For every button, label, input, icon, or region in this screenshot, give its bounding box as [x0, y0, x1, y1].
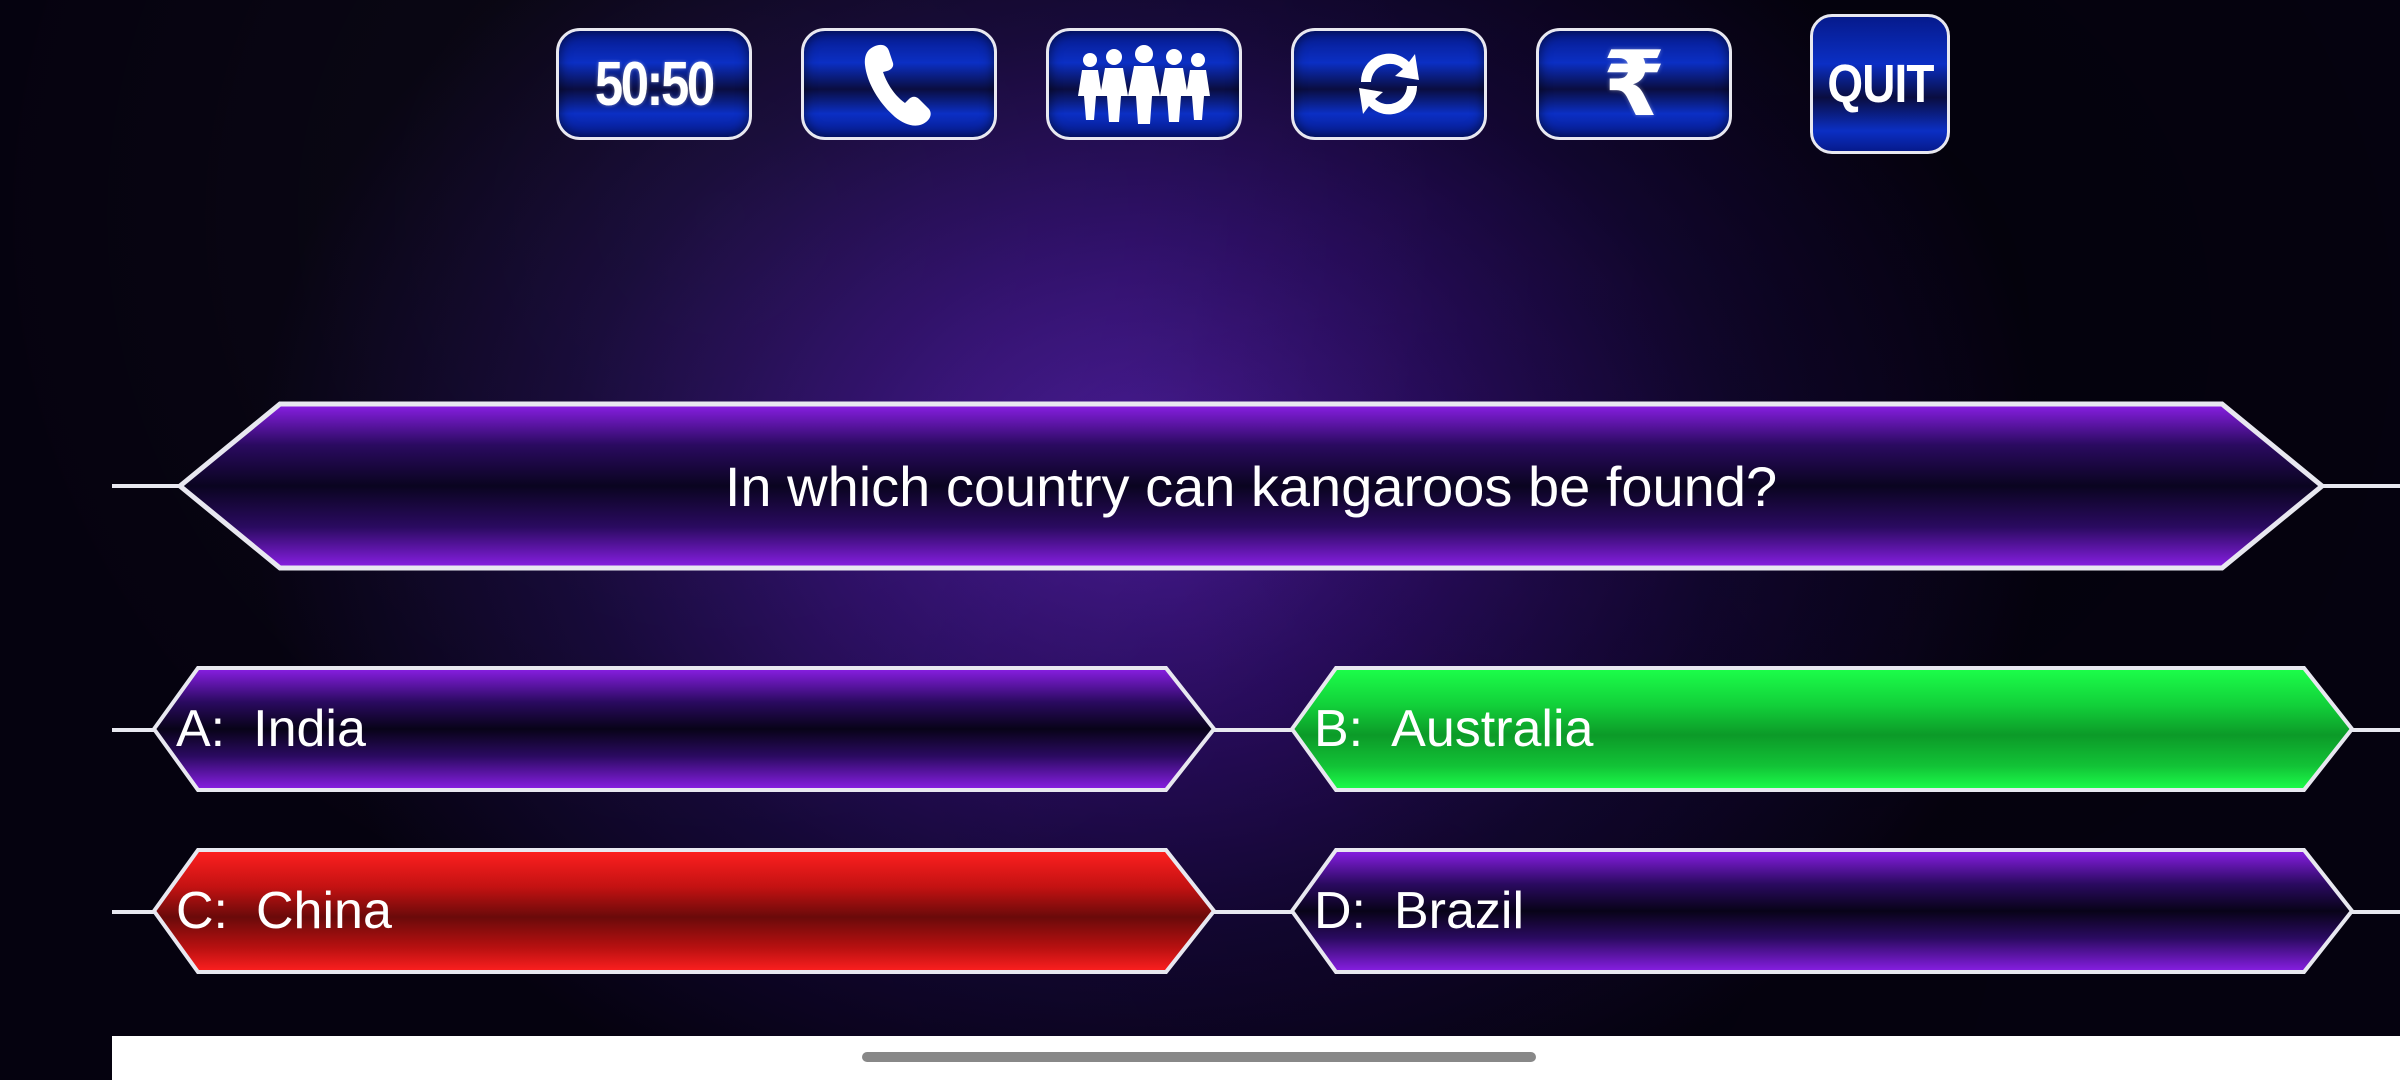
- question-connector-right: [2320, 484, 2400, 488]
- quit-button[interactable]: QUIT: [1810, 14, 1950, 154]
- answer-c-text: China: [256, 882, 392, 940]
- money-button[interactable]: ₹: [1536, 28, 1732, 140]
- answer-a-button[interactable]: A: India: [150, 664, 1220, 794]
- answer-c-button[interactable]: C: China: [150, 846, 1220, 976]
- question-connector-left: [112, 484, 182, 488]
- answer-b-label: B: Australia: [1314, 664, 1593, 794]
- answer-c-label: C: China: [176, 846, 392, 976]
- audience-icon: [1074, 44, 1214, 124]
- answer-b-text: Australia: [1391, 700, 1594, 758]
- answer-a-letter: A:: [176, 700, 226, 758]
- rupee-icon: ₹: [1602, 31, 1666, 137]
- fifty-fifty-button[interactable]: 50:50: [556, 28, 752, 140]
- answer-b-button[interactable]: B: Australia: [1288, 664, 2358, 794]
- home-indicator[interactable]: [862, 1052, 1536, 1062]
- answer-b-letter: B:: [1314, 700, 1364, 758]
- answer-ab-connector: [1208, 728, 1300, 732]
- answer-a-text: India: [253, 700, 366, 758]
- answer-a-label: A: India: [176, 664, 366, 794]
- phone-a-friend-button[interactable]: [801, 28, 997, 140]
- answer-d-label: D: Brazil: [1314, 846, 1524, 976]
- answer-d-button[interactable]: D: Brazil: [1288, 846, 2358, 976]
- answer-c-letter: C:: [176, 882, 228, 940]
- refresh-icon: [1349, 44, 1429, 124]
- quit-label: QUIT: [1826, 54, 1934, 114]
- fifty-fifty-label: 50:50: [595, 49, 715, 119]
- answer-cd-connector: [1208, 910, 1300, 914]
- question-box: In which country can kangaroos be found?: [176, 400, 2326, 572]
- phone-icon: [859, 39, 939, 129]
- question-text: In which country can kangaroos be found?: [724, 454, 1778, 518]
- flip-question-button[interactable]: [1291, 28, 1487, 140]
- answer-d-letter: D:: [1314, 882, 1366, 940]
- ask-audience-button[interactable]: [1046, 28, 1242, 140]
- answer-d-text: Brazil: [1394, 882, 1525, 940]
